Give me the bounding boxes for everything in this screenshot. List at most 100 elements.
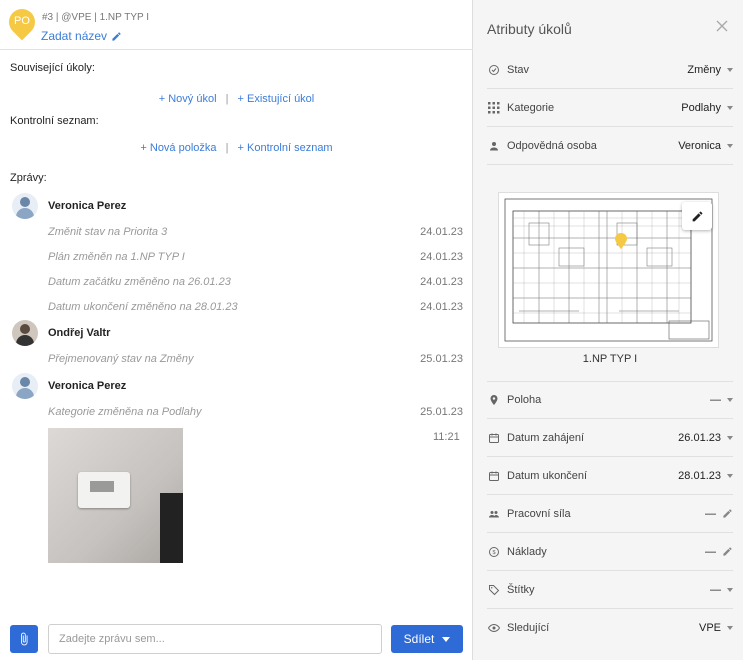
paperclip-icon <box>21 632 28 646</box>
avatar <box>12 320 38 346</box>
message-date: 24.01.23 <box>420 276 463 288</box>
message-text: Plán změněn na 1.NP TYP I <box>48 251 185 263</box>
new-task-link[interactable]: + Nový úkol <box>159 93 217 105</box>
calendar-icon <box>487 469 501 483</box>
chevron-down-icon <box>442 636 451 642</box>
existing-task-link[interactable]: + Existující úkol <box>238 93 315 105</box>
costs-edit[interactable]: — <box>705 546 733 558</box>
task-pin-initials: PO <box>14 15 30 27</box>
attr-status: Stav Změny <box>487 51 733 89</box>
tags-select[interactable]: — <box>710 584 733 596</box>
end-date-select[interactable]: 28.01.23 <box>678 470 733 482</box>
attr-label: Sledující <box>507 622 550 634</box>
add-checklist-link[interactable]: + Kontrolní seznam <box>238 142 333 154</box>
share-button[interactable]: Sdílet <box>391 625 463 653</box>
attr-label: Stav <box>507 63 530 76</box>
caret-down-icon <box>727 626 733 630</box>
attr-value: Veronica <box>678 139 721 152</box>
task-header: PO #3 | @VPE | 1.NP TYP I Zadat název <box>0 0 473 50</box>
attr-value: — <box>710 583 721 596</box>
attr-value: — <box>710 394 721 406</box>
messages-title: Zprávy: <box>10 172 47 184</box>
attr-label: Pracovní síla <box>507 507 571 520</box>
message-author: Veronica Perez <box>12 193 126 219</box>
message-date: 24.01.23 <box>420 251 463 263</box>
caret-down-icon <box>727 473 733 478</box>
person-icon <box>487 139 501 153</box>
caret-down-icon <box>727 105 733 110</box>
pencil-icon <box>692 211 702 221</box>
message-date: 25.01.23 <box>420 353 463 365</box>
door-shape <box>160 493 183 563</box>
set-name-link[interactable]: Zadat název <box>41 29 122 43</box>
attributes-title: Atributy úkolů <box>487 21 572 37</box>
attr-assignee: Odpovědná osoba Veronica <box>487 127 733 165</box>
workforce-edit[interactable]: — <box>705 508 733 520</box>
caret-down-icon <box>727 143 733 148</box>
location-select[interactable]: — <box>710 394 733 406</box>
attach-button[interactable] <box>10 625 38 653</box>
task-detail-panel: PO #3 | @VPE | 1.NP TYP I Zadat název So… <box>0 0 473 660</box>
author-name: Ondřej Valtr <box>48 327 111 339</box>
start-date-select[interactable]: 26.01.23 <box>678 432 733 444</box>
eye-icon <box>487 621 501 635</box>
avatar <box>12 373 38 399</box>
edit-plan-button[interactable] <box>682 202 712 230</box>
attr-workforce: Pracovní síla — <box>487 495 733 533</box>
set-name-label: Zadat název <box>41 29 108 43</box>
attr-label: Datum ukončení <box>507 469 588 482</box>
message-line: Změnit stav na Priorita 3 24.01.23 <box>48 226 463 238</box>
attr-value: 26.01.23 <box>678 431 721 444</box>
attr-label: Štítky <box>507 583 535 596</box>
message-text: Přejmenovaný stav na Změny <box>48 353 194 365</box>
assignee-select[interactable]: Veronica <box>678 140 733 152</box>
checklist-links: + Nová položka | + Kontrolní seznam <box>0 142 473 154</box>
new-item-link[interactable]: + Nová položka <box>140 142 216 154</box>
message-line: Datum začátku změněno na 26.01.23 24.01.… <box>48 276 463 288</box>
attr-end-date: Datum ukončení 28.01.23 <box>487 457 733 495</box>
pencil-icon <box>723 509 732 518</box>
attr-category: Kategorie Podlahy <box>487 89 733 127</box>
message-author: Ondřej Valtr <box>12 320 110 346</box>
attr-label: Poloha <box>507 394 542 406</box>
caret-down-icon <box>727 398 733 402</box>
pencil-icon <box>723 547 732 556</box>
message-line: Plán změněn na 1.NP TYP I 24.01.23 <box>48 251 463 263</box>
calendar-icon <box>487 431 501 445</box>
attr-label: Odpovědná osoba <box>507 139 597 152</box>
status-select[interactable]: Změny <box>687 64 733 76</box>
photo-time: 11:21 <box>433 431 460 443</box>
message-date: 24.01.23 <box>420 226 463 238</box>
message-date: 24.01.23 <box>420 301 463 313</box>
attr-tags: Štítky — <box>487 571 733 609</box>
attr-value: VPE <box>698 622 721 634</box>
message-photo[interactable] <box>48 428 183 563</box>
message-line: Kategorie změněna na Podlahy 25.01.23 <box>48 406 463 418</box>
attr-start-date: Datum zahájení 26.01.23 <box>487 419 733 457</box>
pencil-icon <box>112 31 121 41</box>
attr-value: — <box>705 507 716 520</box>
svg-text:$: $ <box>492 550 495 556</box>
plan-thumbnail[interactable] <box>498 192 719 348</box>
author-name: Veronica Perez <box>48 200 127 212</box>
watchers-select[interactable]: VPE <box>699 622 733 634</box>
checklist-title: Kontrolní seznam: <box>10 115 99 127</box>
attr-costs: $ Náklady — <box>487 533 733 571</box>
attr-location: Poloha — <box>487 381 733 419</box>
attr-label: Kategorie <box>507 101 555 114</box>
caret-down-icon <box>727 435 733 440</box>
message-line: Datum ukončení změněno na 28.01.23 24.01… <box>48 301 463 313</box>
separator: | <box>225 142 229 154</box>
tag-icon <box>487 583 501 597</box>
location-pin-icon <box>487 393 501 407</box>
category-select[interactable]: Podlahy <box>681 102 733 114</box>
message-input[interactable] <box>48 624 382 654</box>
plan-caption: 1.NP TYP I <box>582 353 638 365</box>
close-icon[interactable] <box>714 18 730 34</box>
caret-down-icon <box>727 67 733 72</box>
separator: | <box>225 93 229 105</box>
people-icon <box>487 507 501 521</box>
grid-icon <box>487 101 501 115</box>
message-line: Přejmenovaný stav na Změny 25.01.23 <box>48 353 463 365</box>
dollar-icon: $ <box>487 545 501 559</box>
